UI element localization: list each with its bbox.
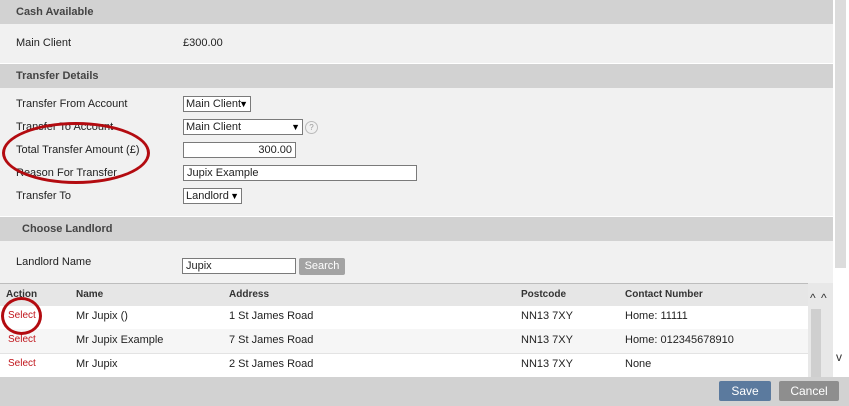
row-contact: Home: 11111 (625, 310, 688, 322)
transfer-to-value: Landlord (186, 190, 229, 202)
row-postcode: NN13 7XY (521, 358, 573, 370)
main-client-amount: £300.00 (183, 37, 223, 49)
row-contact: Home: 012345678910 (625, 334, 734, 346)
annotation-ellipse (2, 122, 150, 184)
transfer-from-select[interactable]: Main Client ▼ (183, 96, 251, 112)
cash-available-panel: Main Client £300.00 (0, 24, 833, 63)
footer-bar: Save Cancel (0, 377, 849, 406)
chevron-down-icon: ▼ (230, 191, 239, 201)
save-button[interactable]: Save (719, 381, 771, 401)
col-postcode[interactable]: Postcode (521, 289, 566, 300)
col-address[interactable]: Address (229, 289, 269, 300)
results-header: Action Name Address Postcode Contact Num… (0, 283, 808, 306)
row-contact: None (625, 358, 652, 370)
table-row: Select Mr Jupix 2 St James Road NN13 7XY… (0, 353, 808, 378)
row-name: Mr Jupix Example (76, 334, 164, 346)
transfer-details-header: Transfer Details (0, 64, 833, 88)
transfer-to-account-value: Main Client (186, 121, 242, 133)
row-postcode: NN13 7XY (521, 334, 573, 346)
col-name[interactable]: Name (76, 289, 103, 300)
sort-up-icon[interactable]: ^ (810, 291, 816, 305)
row-address: 1 St James Road (229, 310, 314, 322)
row-address: 7 St James Road (229, 334, 314, 346)
choose-landlord-panel: Landlord Name Jupix Search (0, 241, 833, 283)
transfer-to-select[interactable]: Landlord ▼ (183, 188, 242, 204)
chevron-down-icon: ▼ (291, 122, 300, 132)
total-transfer-amount-input[interactable]: 300.00 (183, 142, 296, 158)
landlord-name-input[interactable]: Jupix (182, 258, 296, 274)
search-button[interactable]: Search (299, 258, 345, 275)
transfer-from-label: Transfer From Account (16, 98, 128, 110)
transfer-from-value: Main Client (186, 98, 242, 110)
scroll-down-icon[interactable]: v (836, 350, 842, 364)
help-icon[interactable]: ? (305, 121, 318, 134)
page-scrollbar[interactable]: v (833, 0, 849, 377)
col-contact-number[interactable]: Contact Number (625, 289, 703, 300)
landlord-name-label: Landlord Name (16, 256, 92, 268)
sort-up-icon[interactable]: ^ (821, 291, 827, 305)
row-name: Mr Jupix (76, 358, 118, 370)
results-scrollbar[interactable]: ^ ^ (808, 283, 833, 377)
choose-landlord-header: Choose Landlord (0, 217, 833, 241)
cash-available-header: Cash Available (0, 0, 833, 24)
select-link[interactable]: Select (8, 334, 36, 345)
reason-for-transfer-input[interactable]: Jupix Example (183, 165, 417, 181)
row-address: 2 St James Road (229, 358, 314, 370)
transfer-to-label: Transfer To (16, 190, 72, 202)
select-link[interactable]: Select (8, 358, 36, 369)
row-postcode: NN13 7XY (521, 310, 573, 322)
cancel-button[interactable]: Cancel (779, 381, 839, 401)
cash-available-title: Cash Available (16, 6, 94, 18)
scrollbar-thumb[interactable] (811, 309, 821, 377)
row-name: Mr Jupix () (76, 310, 128, 322)
chevron-down-icon: ▼ (239, 99, 248, 109)
transfer-to-account-select[interactable]: Main Client ▼ (183, 119, 303, 135)
transfer-details-title: Transfer Details (16, 70, 99, 82)
page-scrollbar-thumb[interactable] (835, 0, 846, 268)
choose-landlord-title: Choose Landlord (22, 223, 113, 235)
main-client-label: Main Client (16, 37, 72, 49)
annotation-circle (1, 297, 42, 335)
table-row: Select Mr Jupix Example 7 St James Road … (0, 329, 808, 354)
table-row: Select Mr Jupix () 1 St James Road NN13 … (0, 305, 808, 330)
